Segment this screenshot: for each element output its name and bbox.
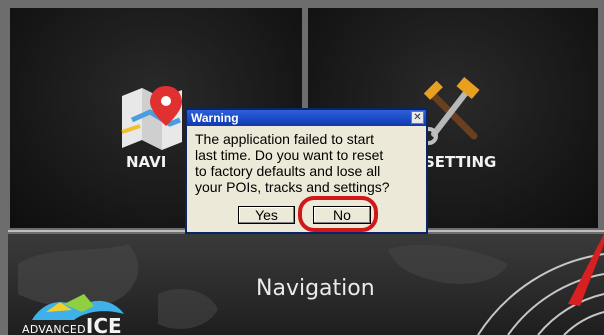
yes-button[interactable]: Yes	[238, 206, 295, 224]
setting-label: SETTING	[424, 153, 497, 171]
logo-large-text: ICE	[85, 314, 122, 335]
map-pin-icon	[121, 86, 182, 150]
message-line: your POIs, tracks and settings?	[195, 179, 390, 195]
bottom-bar[interactable]: Navigation ADVANCEDICE	[8, 234, 604, 335]
dialog-title: Warning	[191, 111, 239, 125]
highlight-circle	[298, 196, 378, 232]
navigation-label: Navigation	[256, 276, 375, 301]
close-icon[interactable]: ✕	[411, 111, 424, 124]
message-line: last time. Do you want to reset	[195, 147, 384, 163]
logo-small-text: ADVANCED	[22, 323, 86, 335]
message-line: The application failed to start	[195, 131, 374, 147]
wrench-hammer-icon	[420, 76, 480, 145]
logo-text: ADVANCEDICE	[22, 314, 122, 335]
message-line: to factory defaults and lose all	[195, 163, 381, 179]
dialog-message: The application failed to start last tim…	[195, 131, 427, 195]
dialog-titlebar[interactable]: Warning ✕	[187, 110, 426, 126]
navi-label: NAVI	[126, 153, 167, 171]
